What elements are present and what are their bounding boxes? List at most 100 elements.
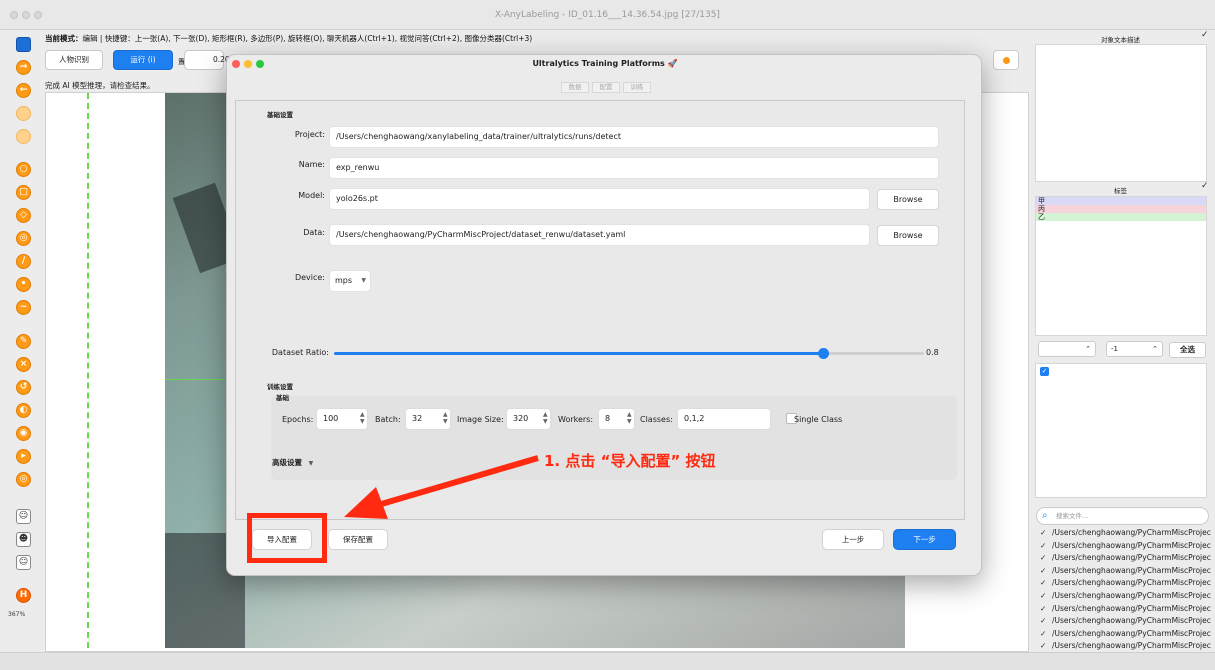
next-step-button[interactable]: 下一步: [893, 529, 956, 550]
vqa-icon[interactable]: ☻: [16, 532, 31, 547]
left-toolbar: → ← ○ □ ◇ ◎ / • ~ ✎ × ↺ ◐ ◉ ▸ ◎ ☺ ☻ ☺ H: [8, 32, 38, 652]
highlight-box: [247, 513, 327, 563]
file-check-icon[interactable]: ✓: [1040, 604, 1052, 613]
fill-icon[interactable]: ◉: [16, 426, 31, 441]
file-check-icon[interactable]: ✓: [1040, 578, 1052, 587]
dataset-ratio-label: Dataset Ratio:: [271, 348, 329, 357]
classes-input[interactable]: 0,1,2: [677, 408, 771, 430]
polygon-icon[interactable]: ○: [16, 162, 31, 177]
window-title: X-AnyLabeling - ID_01.16___14.36.54.jpg …: [495, 10, 720, 20]
single-class-label: Single Class: [794, 415, 843, 424]
prev-step-button[interactable]: 上一步: [822, 529, 884, 550]
description-check-icon[interactable]: ✓: [1201, 30, 1209, 40]
file-list-item[interactable]: ✓/Users/chenghaowang/PyCharmMiscProjec: [1040, 541, 1212, 550]
file-path: /Users/chenghaowang/PyCharmMiscProjec: [1052, 603, 1211, 613]
file-list-item[interactable]: ✓/Users/chenghaowang/PyCharmMiscProjec: [1040, 641, 1212, 650]
file-path: /Users/chenghaowang/PyCharmMiscProjec: [1052, 578, 1211, 588]
target-icon[interactable]: ◎: [16, 472, 31, 487]
file-check-icon[interactable]: ✓: [1040, 553, 1052, 562]
file-list-item[interactable]: ✓/Users/chenghaowang/PyCharmMiscProjec: [1040, 604, 1212, 613]
ai-settings-button[interactable]: [993, 50, 1019, 70]
dialog-titlebar: Ultralytics Training Platforms 🚀: [227, 55, 981, 73]
basic-subheading: 基础: [276, 394, 289, 402]
rectangle-icon[interactable]: □: [16, 185, 31, 200]
file-check-icon[interactable]: ✓: [1040, 528, 1052, 537]
image-size-stepper[interactable]: ▲ ▼: [543, 411, 548, 425]
edit-icon[interactable]: ✎: [16, 334, 31, 349]
zoom-level: 367%: [8, 611, 26, 618]
model-input[interactable]: yolo26s.pt: [329, 188, 870, 210]
file-search-input[interactable]: ⌕ 搜索文件...: [1036, 507, 1209, 525]
point-icon[interactable]: •: [16, 277, 31, 292]
group-id-spinbox[interactable]: ⌃: [1038, 341, 1096, 357]
file-check-icon[interactable]: ✓: [1040, 616, 1052, 625]
run-button[interactable]: 运行 (i): [113, 50, 173, 70]
model-label: Model:: [298, 191, 325, 200]
advanced-settings-toggle[interactable]: 高级设置 ▼: [272, 457, 313, 468]
tab-config[interactable]: 配置: [592, 82, 620, 93]
file-check-icon[interactable]: ✓: [1040, 566, 1052, 575]
data-browse-button[interactable]: Browse: [877, 225, 939, 246]
tab-data[interactable]: 数据: [561, 82, 589, 93]
tab-train[interactable]: 训练: [623, 82, 651, 93]
fit-width-icon[interactable]: H: [16, 588, 31, 603]
rotation-icon[interactable]: ◇: [16, 208, 31, 223]
line-icon[interactable]: /: [16, 254, 31, 269]
workers-stepper[interactable]: ▲ ▼: [627, 411, 632, 425]
dataset-ratio-handle[interactable]: [818, 348, 829, 359]
dataset-ratio-value: 0.8: [926, 348, 939, 357]
delete-icon[interactable]: ×: [16, 357, 31, 372]
model-browse-button[interactable]: Browse: [877, 189, 939, 210]
project-label: Project:: [294, 130, 325, 139]
select-all-button[interactable]: 全选: [1169, 342, 1206, 358]
file-list-item[interactable]: ✓/Users/chenghaowang/PyCharmMiscProjec: [1040, 528, 1212, 537]
name-input[interactable]: exp_renwu: [329, 157, 939, 179]
file-check-icon[interactable]: ✓: [1040, 541, 1052, 550]
next-image-icon[interactable]: →: [16, 60, 31, 75]
open-folder-icon[interactable]: [16, 37, 31, 52]
dataset-ratio-slider[interactable]: [334, 352, 824, 355]
label-item[interactable]: 丙: [1036, 205, 1206, 213]
train-settings-heading: 训练设置: [267, 383, 293, 391]
shape-checkbox[interactable]: ✓: [1040, 367, 1049, 376]
file-list-item[interactable]: ✓/Users/chenghaowang/PyCharmMiscProjec: [1040, 616, 1212, 625]
undo-icon[interactable]: ↺: [16, 380, 31, 395]
file-list-item[interactable]: ✓/Users/chenghaowang/PyCharmMiscProjec: [1040, 578, 1212, 587]
description-textbox[interactable]: [1035, 44, 1207, 182]
epochs-stepper[interactable]: ▲ ▼: [360, 411, 365, 425]
file-list-item[interactable]: ✓/Users/chenghaowang/PyCharmMiscProjec: [1040, 566, 1212, 575]
file-check-icon[interactable]: ✓: [1040, 591, 1052, 600]
play-icon[interactable]: ▸: [16, 449, 31, 464]
save-icon[interactable]: [16, 106, 31, 121]
labels-check-icon[interactable]: ✓: [1201, 181, 1209, 191]
circle-icon[interactable]: ◎: [16, 231, 31, 246]
label-item[interactable]: 甲: [1036, 197, 1206, 205]
file-path: /Users/chenghaowang/PyCharmMiscProjec: [1052, 628, 1211, 638]
difficult-spinbox[interactable]: -1 ⌃: [1106, 341, 1163, 357]
chatbot-icon[interactable]: ☺: [16, 509, 31, 524]
linestrip-icon[interactable]: ~: [16, 300, 31, 315]
label-item[interactable]: 乙: [1036, 213, 1206, 221]
annotation-text: 1. 点击 “导入配置” 按钮: [544, 452, 716, 470]
confidence-input[interactable]: 0.20: [184, 50, 230, 70]
description-title: 对象文本描述: [1101, 36, 1140, 44]
brightness-icon[interactable]: ◐: [16, 403, 31, 418]
data-input[interactable]: /Users/chenghaowang/PyCharmMiscProject/d…: [329, 224, 870, 246]
person-detect-button[interactable]: 人物识别: [45, 50, 103, 70]
file-list-item[interactable]: ✓/Users/chenghaowang/PyCharmMiscProjec: [1040, 591, 1212, 600]
labels-title: 标签: [1114, 187, 1127, 195]
classifier-icon[interactable]: ☺: [16, 555, 31, 570]
batch-stepper[interactable]: ▲ ▼: [443, 411, 448, 425]
dataset-ratio-track[interactable]: [824, 352, 924, 355]
save-config-button[interactable]: 保存配置: [328, 529, 388, 550]
file-check-icon[interactable]: ✓: [1040, 629, 1052, 638]
prev-image-icon[interactable]: ←: [16, 83, 31, 98]
device-select[interactable]: mps ▼: [329, 270, 371, 292]
dialog-title: Ultralytics Training Platforms 🚀: [532, 59, 678, 68]
file-check-icon[interactable]: ✓: [1040, 641, 1052, 650]
file-list-item[interactable]: ✓/Users/chenghaowang/PyCharmMiscProjec: [1040, 629, 1212, 638]
file-path: /Users/chenghaowang/PyCharmMiscProjec: [1052, 641, 1211, 651]
delete-file-icon[interactable]: [16, 129, 31, 144]
project-input[interactable]: /Users/chenghaowang/xanylabeling_data/tr…: [329, 126, 939, 148]
file-list-item[interactable]: ✓/Users/chenghaowang/PyCharmMiscProjec: [1040, 553, 1212, 562]
